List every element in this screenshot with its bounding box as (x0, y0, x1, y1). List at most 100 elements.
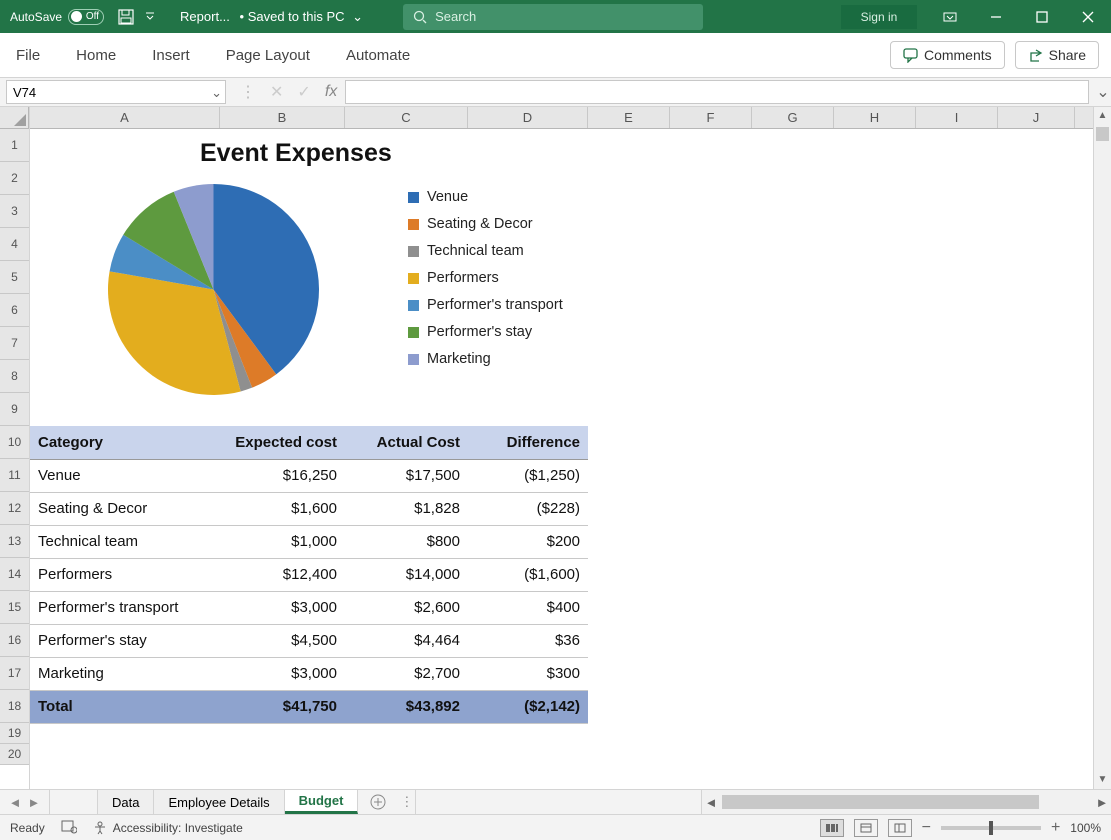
minimize-button[interactable] (973, 0, 1019, 33)
select-all-button[interactable] (0, 107, 29, 129)
table-row[interactable]: Performer's transport$3,000$2,600$400 (30, 591, 588, 624)
normal-view-button[interactable] (820, 819, 844, 837)
more-icon[interactable]: ⋮ (240, 82, 256, 102)
worksheet-grid[interactable]: Event Expenses VenueSeating & DecorTechn… (30, 129, 1093, 789)
legend-item: Venue (408, 189, 563, 205)
name-box[interactable]: V74 ⌄ (6, 80, 226, 104)
row-header[interactable]: 19 (0, 723, 29, 744)
row-header[interactable]: 17 (0, 657, 29, 690)
enter-formula-icon[interactable]: ✓ (297, 82, 310, 102)
row-header[interactable]: 14 (0, 558, 29, 591)
zoom-out-button[interactable]: − (922, 819, 931, 837)
row-header[interactable]: 2 (0, 162, 29, 195)
budget-table[interactable]: CategoryExpected costActual CostDifferen… (30, 426, 588, 724)
table-header[interactable]: Actual Cost (345, 426, 468, 459)
ribbon-options-icon[interactable] (927, 0, 973, 33)
row-header[interactable]: 6 (0, 294, 29, 327)
row-header[interactable]: 20 (0, 744, 29, 765)
document-title[interactable]: Report... • Saved to this PC ⌄ (180, 9, 363, 25)
comments-button[interactable]: Comments (890, 41, 1005, 69)
table-row[interactable]: Technical team$1,000$800$200 (30, 525, 588, 558)
sheet-nav[interactable]: ◄► (0, 790, 50, 814)
column-header[interactable]: C (345, 107, 468, 128)
row-header[interactable]: 9 (0, 393, 29, 426)
scroll-left-button[interactable]: ◄ (702, 795, 720, 810)
row-header[interactable]: 16 (0, 624, 29, 657)
row-header[interactable]: 7 (0, 327, 29, 360)
scroll-thumb[interactable] (1096, 127, 1109, 141)
tab-home[interactable]: Home (72, 41, 120, 70)
sheet-tab-options-icon[interactable]: ⋮ (398, 790, 416, 814)
scroll-down-button[interactable]: ▼ (1094, 771, 1111, 789)
table-header[interactable]: Category (30, 426, 220, 459)
row-header[interactable]: 10 (0, 426, 29, 459)
table-header[interactable]: Expected cost (220, 426, 345, 459)
page-break-view-button[interactable] (888, 819, 912, 837)
maximize-button[interactable] (1019, 0, 1065, 33)
table-total-row[interactable]: Total$41,750$43,892($2,142) (30, 690, 588, 723)
share-button[interactable]: Share (1015, 41, 1099, 69)
row-header[interactable]: 11 (0, 459, 29, 492)
zoom-in-button[interactable]: + (1051, 819, 1060, 837)
status-ready: Ready (10, 821, 45, 835)
table-header[interactable]: Difference (468, 426, 588, 459)
hscroll-thumb[interactable] (722, 795, 1039, 809)
row-header[interactable]: 4 (0, 228, 29, 261)
column-header[interactable]: I (916, 107, 998, 128)
column-header[interactable]: F (670, 107, 752, 128)
column-header[interactable]: A (30, 107, 220, 128)
row-header[interactable]: 18 (0, 690, 29, 723)
tab-file[interactable]: File (12, 41, 44, 70)
row-header[interactable]: 3 (0, 195, 29, 228)
row-header[interactable]: 5 (0, 261, 29, 294)
tab-automate[interactable]: Automate (342, 41, 414, 70)
scroll-right-button[interactable]: ► (1093, 795, 1111, 810)
horizontal-scrollbar[interactable]: ◄ ► (701, 790, 1111, 814)
formula-expand-icon[interactable]: ⌄ (1095, 82, 1111, 102)
scroll-up-button[interactable]: ▲ (1094, 107, 1111, 125)
column-header[interactable]: J (998, 107, 1075, 128)
toggle-switch[interactable]: Off (68, 9, 104, 25)
tab-insert[interactable]: Insert (148, 41, 194, 70)
table-row[interactable]: Venue$16,250$17,500($1,250) (30, 459, 588, 492)
tab-page-layout[interactable]: Page Layout (222, 41, 314, 70)
signin-button[interactable]: Sign in (841, 5, 917, 29)
table-row[interactable]: Performer's stay$4,500$4,464$36 (30, 624, 588, 657)
sheet-tab-budget[interactable]: Budget (285, 790, 359, 814)
search-icon (413, 10, 427, 24)
customize-qat-icon[interactable] (138, 5, 162, 29)
column-header[interactable]: D (468, 107, 588, 128)
zoom-level[interactable]: 100% (1070, 821, 1101, 835)
column-header[interactable]: B (220, 107, 345, 128)
add-sheet-button[interactable] (358, 790, 398, 814)
macro-record-icon[interactable] (61, 818, 77, 837)
column-header[interactable]: E (588, 107, 670, 128)
pie-chart[interactable] (106, 182, 321, 397)
column-header[interactable]: G (752, 107, 834, 128)
row-header[interactable]: 12 (0, 492, 29, 525)
cancel-formula-icon[interactable]: ✕ (270, 82, 283, 102)
table-row[interactable]: Performers$12,400$14,000($1,600) (30, 558, 588, 591)
page-layout-view-button[interactable] (854, 819, 878, 837)
zoom-slider[interactable] (941, 826, 1041, 830)
row-header[interactable]: 13 (0, 525, 29, 558)
chevron-down-icon[interactable]: ⌄ (211, 85, 222, 101)
autosave-toggle[interactable]: AutoSave Off (10, 9, 104, 25)
search-input[interactable]: Search (403, 4, 703, 30)
table-row[interactable]: Seating & Decor$1,600$1,828($228) (30, 492, 588, 525)
table-row[interactable]: Marketing$3,000$2,700$300 (30, 657, 588, 690)
sheet-tab-data[interactable]: Data (98, 790, 154, 814)
close-button[interactable] (1065, 0, 1111, 33)
row-header[interactable]: 1 (0, 129, 29, 162)
save-icon[interactable] (114, 5, 138, 29)
formula-input[interactable] (345, 80, 1089, 104)
row-header[interactable]: 8 (0, 360, 29, 393)
column-header[interactable]: H (834, 107, 916, 128)
accessibility-status[interactable]: Accessibility: Investigate (93, 821, 243, 835)
sheet-tab-employee-details[interactable]: Employee Details (154, 790, 284, 814)
search-placeholder: Search (435, 9, 476, 24)
formula-bar: V74 ⌄ ⋮ ✕ ✓ fx ⌄ (0, 78, 1111, 107)
fx-icon[interactable]: fx (325, 83, 337, 101)
vertical-scrollbar[interactable]: ▲ ▼ (1093, 107, 1111, 789)
row-header[interactable]: 15 (0, 591, 29, 624)
